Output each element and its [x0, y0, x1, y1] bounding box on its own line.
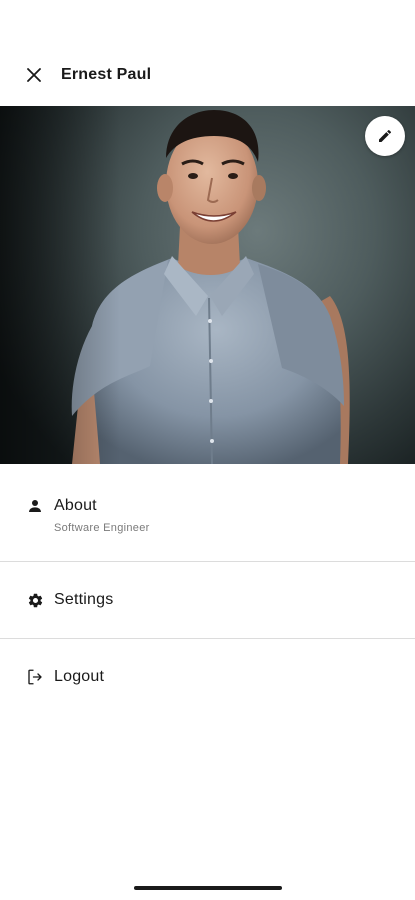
gear-icon	[26, 591, 44, 609]
about-subtitle: Software Engineer	[54, 522, 150, 534]
logout-icon	[26, 668, 44, 686]
settings-label: Settings	[54, 591, 114, 608]
top-bar: Ernest Paul	[0, 52, 415, 98]
home-indicator[interactable]	[134, 886, 282, 890]
edit-photo-button[interactable]	[365, 116, 405, 156]
person-icon	[26, 497, 44, 515]
close-icon	[27, 68, 41, 82]
about-label: About	[54, 497, 97, 514]
portrait-image	[0, 106, 350, 464]
menu-item-logout[interactable]: Logout	[0, 639, 415, 715]
close-button[interactable]	[17, 58, 51, 92]
profile-menu: About Software Engineer Settings Logout	[0, 464, 415, 715]
logout-label: Logout	[54, 668, 105, 685]
pencil-icon	[379, 129, 392, 142]
profile-name-title: Ernest Paul	[61, 66, 152, 83]
profile-photo	[0, 106, 415, 464]
menu-item-about[interactable]: About Software Engineer	[0, 464, 415, 561]
menu-item-settings[interactable]: Settings	[0, 562, 415, 638]
